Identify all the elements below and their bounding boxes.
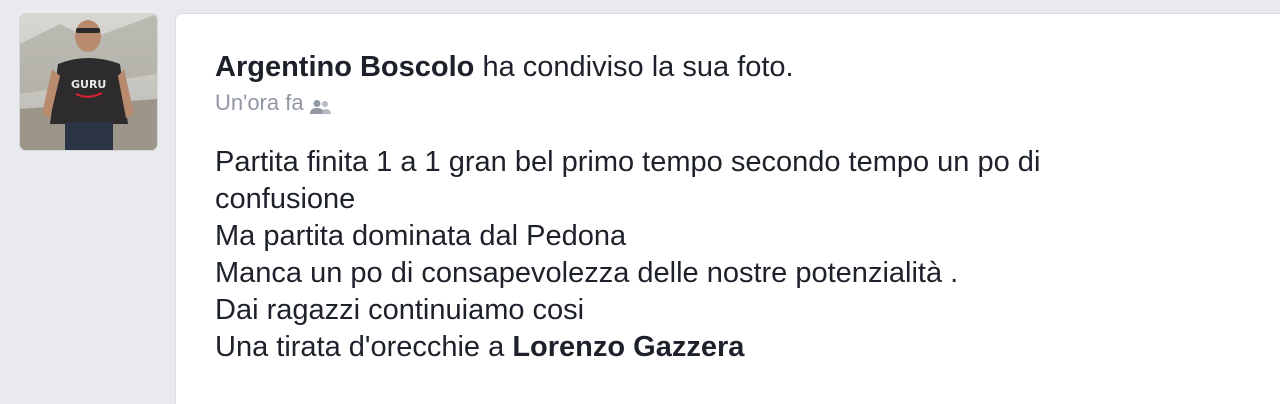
- post-card: Argentino Boscolo ha condiviso la sua fo…: [176, 14, 1280, 404]
- post-line: Manca un po di consapevolezza delle nost…: [215, 257, 959, 289]
- post-action-text: ha condiviso la sua foto.: [474, 51, 794, 83]
- mention-link[interactable]: Lorenzo Gazzera: [512, 331, 744, 363]
- post-line: Ma partita dominata dal Pedona: [215, 220, 627, 252]
- post-meta: Un'ora fa: [215, 90, 332, 116]
- svg-text:GURU: GURU: [71, 78, 106, 91]
- feed-page: GURU Argentino Boscolo ha condiviso la s…: [0, 0, 1280, 404]
- post-line-last: Una tirata d'orecchie a Lorenzo Gazzera: [215, 329, 1235, 366]
- avatar[interactable]: GURU: [20, 14, 157, 150]
- post-line: confusione: [215, 183, 356, 215]
- post-line: Partita finita 1 a 1 gran bel primo temp…: [215, 146, 1041, 178]
- post-text: Partita finita 1 a 1 gran bel primo temp…: [215, 144, 1235, 366]
- friends-icon[interactable]: [309, 95, 332, 114]
- author-name-link[interactable]: Argentino Boscolo: [215, 51, 474, 83]
- post-header: Argentino Boscolo ha condiviso la sua fo…: [215, 50, 794, 84]
- profile-photo: GURU: [20, 14, 157, 150]
- post-line: Dai ragazzi continuiamo cosi: [215, 294, 585, 326]
- post-timestamp[interactable]: Un'ora fa: [215, 90, 304, 116]
- post-line-prefix: Una tirata d'orecchie a: [215, 331, 513, 363]
